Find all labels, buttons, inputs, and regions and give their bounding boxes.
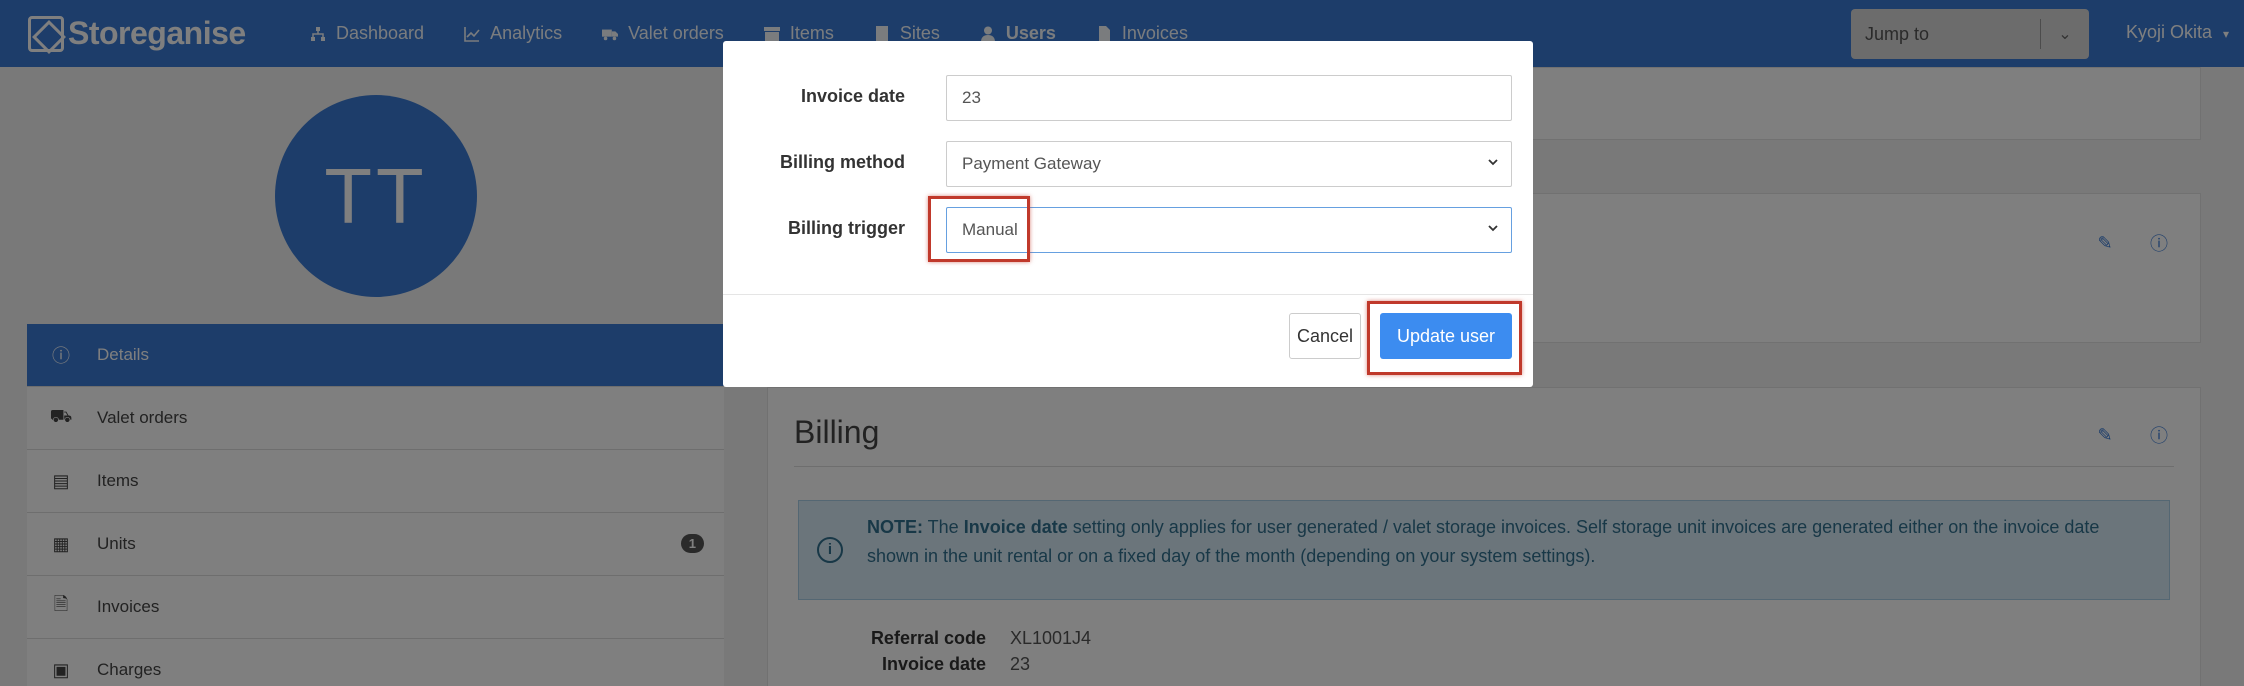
modal-footer-divider	[723, 294, 1533, 295]
billing-method-select[interactable]: Payment Gateway	[946, 141, 1512, 187]
invoice-date-value: 23	[962, 88, 981, 107]
chevron-down-icon	[1488, 159, 1498, 166]
invoice-date-input[interactable]: 23	[946, 75, 1512, 121]
invoice-date-label: Invoice date	[800, 86, 905, 106]
cancel-button[interactable]: Cancel	[1289, 313, 1361, 359]
billing-trigger-highlight	[928, 196, 1030, 262]
billing-trigger-row: Billing trigger Manual	[723, 207, 1533, 253]
update-user-highlight	[1367, 301, 1522, 375]
billing-trigger-select[interactable]: Manual	[946, 207, 1512, 253]
billing-trigger-label: Billing trigger	[788, 218, 905, 238]
billing-method-label: Billing method	[780, 152, 905, 172]
billing-method-value: Payment Gateway	[962, 154, 1101, 173]
edit-billing-modal: Invoice date 23 Billing method Payment G…	[723, 41, 1533, 387]
invoice-date-row: Invoice date 23	[723, 75, 1533, 121]
billing-method-row: Billing method Payment Gateway	[723, 141, 1533, 187]
chevron-down-icon	[1488, 225, 1498, 232]
